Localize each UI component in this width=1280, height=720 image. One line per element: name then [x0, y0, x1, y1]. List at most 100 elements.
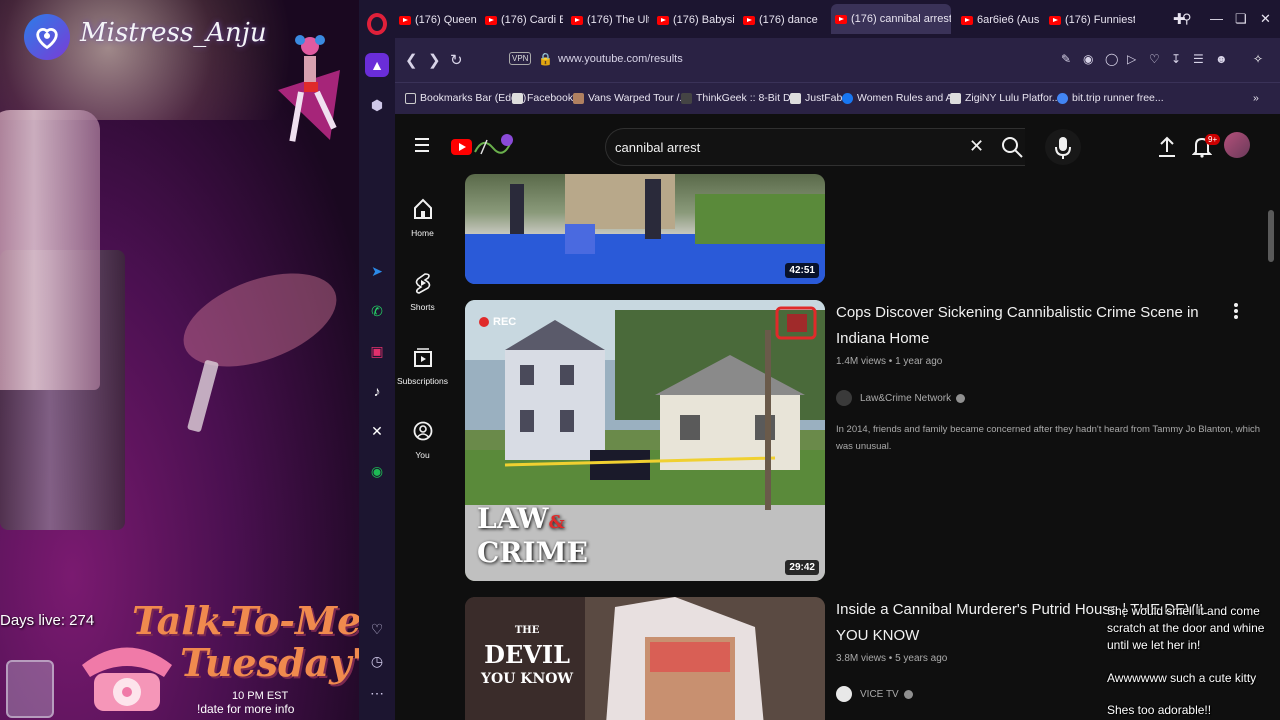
jar-image [6, 660, 54, 718]
url-field[interactable]: www.youtube.com/results [558, 53, 683, 65]
tab[interactable]: (176) Queen Key [395, 8, 477, 32]
tab-search-icon[interactable]: ⚲ [1182, 11, 1192, 27]
youtube-favicon-icon [1049, 15, 1061, 25]
forward-icon[interactable]: ❯ [428, 51, 441, 69]
camera-icon[interactable]: ◉ [1083, 52, 1093, 66]
favorites-heart-icon[interactable]: ♡ [365, 617, 389, 641]
clear-search-icon[interactable]: ✕ [969, 136, 984, 157]
youtube-favicon-icon [571, 15, 583, 25]
show-title-line-1: Talk-To-Me [132, 598, 360, 643]
youtube-favicon-icon [835, 14, 847, 24]
bookmarks-overflow-icon[interactable]: » [1253, 92, 1259, 104]
channel-avatar [836, 390, 852, 406]
avatar-figure-image [278, 35, 340, 142]
channel-link[interactable]: VICE TV [836, 686, 913, 702]
show-title-line-2: Tuesday's [180, 640, 360, 685]
rec-dot-icon [479, 317, 489, 327]
chat-message: Shes too adorable!! [1107, 703, 1212, 717]
verified-check-icon [956, 393, 966, 403]
video-thumbnail[interactable]: THE DEVIL YOU KNOW [465, 597, 825, 720]
vpn-badge[interactable]: VPN [509, 52, 532, 65]
tab[interactable]: 6ar6ie6 (Austral [957, 8, 1039, 32]
facebook-icon [842, 92, 853, 104]
voice-search-button[interactable] [1045, 129, 1081, 165]
heart-icon[interactable]: ♡ [1149, 52, 1160, 66]
nav-subscriptions[interactable]: Subscriptions [395, 346, 450, 389]
youtube-favicon-icon [657, 15, 669, 25]
whatsapp-icon[interactable]: ✆ [365, 299, 389, 323]
bookmark-item[interactable]: bit.trip runner free... [1057, 92, 1164, 104]
x-twitter-icon[interactable]: ✕ [365, 419, 389, 443]
tab[interactable]: (176) dance mo [739, 8, 821, 32]
menu-lines-icon[interactable]: ☰ [1193, 52, 1204, 66]
close-window-icon[interactable]: ✕ [1260, 11, 1271, 27]
upload-icon[interactable] [1157, 136, 1177, 158]
browser-sidebar: ▲ ⬢ ➤ ✆ ▣ ♪ ✕ ◉ ♡ ◷ ⋯ [359, 0, 395, 720]
page-icon [790, 92, 801, 104]
workspace-icon[interactable]: ⬢ [365, 93, 389, 117]
back-icon[interactable]: ❮ [405, 51, 418, 69]
bookmark-item[interactable]: Women Rules and A... [842, 92, 961, 104]
video-thumbnail[interactable]: 42:51 [465, 174, 825, 284]
spotify-icon[interactable]: ◉ [365, 459, 389, 483]
stream-overlay: Mistress_Anju Days live: 274 Talk-To-Me … [0, 0, 360, 720]
tab[interactable]: (176) The Ultima [567, 8, 649, 32]
profile-icon[interactable]: ☻ [1215, 52, 1228, 66]
tab-active[interactable]: (176) cannibal arrest - You [831, 4, 951, 34]
youtube-favicon-icon [743, 15, 755, 25]
devil-you-know-logo: THE DEVIL YOU KNOW [481, 625, 574, 687]
law-crime-logo: LAW& CRIME [477, 502, 588, 569]
vans-icon [573, 92, 584, 104]
maximize-icon[interactable]: ❏ [1235, 11, 1247, 27]
translate-ai-icon[interactable]: ✧ [1253, 52, 1263, 66]
tab[interactable]: (176) Cardi B - M [481, 8, 563, 32]
nav-home[interactable]: Home [395, 198, 450, 241]
thinkgeek-icon [681, 92, 692, 104]
lock-icon[interactable]: 🔒 [538, 52, 553, 66]
youtube-logo-icon[interactable] [451, 139, 472, 155]
nav-shorts[interactable]: Shorts [395, 272, 450, 315]
user-avatar[interactable] [1224, 132, 1250, 158]
search-icon[interactable] [999, 134, 1025, 160]
aria-ai-icon[interactable]: ▲ [365, 53, 389, 77]
opera-logo-icon[interactable] [367, 13, 387, 35]
bookmark-item[interactable]: Vans Warped Tour /... [573, 92, 688, 104]
hamburger-menu-icon[interactable] [415, 138, 429, 156]
youtube-left-nav: Home Shorts Subscriptions You [395, 176, 450, 720]
tab[interactable]: (176) Babysitter [653, 8, 735, 32]
subscriptions-icon [413, 348, 432, 367]
reload-icon[interactable]: ↻ [450, 51, 463, 69]
heart-logo-icon [24, 14, 70, 60]
shield-icon[interactable]: ◯ [1105, 52, 1118, 66]
more-options-icon[interactable]: ⋯ [365, 681, 389, 705]
youtube-favicon-icon [485, 15, 497, 25]
edit-icon[interactable]: ✎ [1061, 52, 1071, 66]
bookmark-item[interactable]: JustFab [790, 92, 842, 104]
more-actions-icon[interactable] [1234, 303, 1238, 321]
bookmark-item[interactable]: ThinkGeek :: 8-Bit D... [681, 92, 799, 104]
microphone-icon [1055, 137, 1071, 159]
page-scrollbar[interactable] [1268, 210, 1274, 262]
tab[interactable]: (176) Funniest D [1045, 8, 1135, 32]
tiktok-icon[interactable]: ♪ [365, 379, 389, 403]
history-clock-icon[interactable]: ◷ [365, 649, 389, 673]
search-query[interactable]: cannibal arrest [615, 140, 700, 155]
youtube-favicon-icon [399, 15, 411, 25]
messenger-icon[interactable]: ➤ [365, 259, 389, 283]
play-icon[interactable]: ▷ [1127, 52, 1136, 66]
youtube-favicon-icon [961, 15, 973, 25]
channel-link[interactable]: Law&Crime Network [836, 390, 966, 406]
download-icon[interactable]: ↧ [1171, 52, 1181, 66]
video-title[interactable]: Cops Discover Sickening Cannibalistic Cr… [836, 300, 1216, 352]
notification-count-badge: 9+ [1205, 134, 1221, 145]
nav-you[interactable]: You [395, 420, 450, 463]
bookmark-item[interactable]: Facebook [512, 92, 573, 104]
minimize-icon[interactable]: — [1210, 11, 1223, 26]
chat-message: Awwwwww such a cute kitty [1107, 671, 1257, 685]
video-thumbnail[interactable]: REC LAW& CRIME 29:42 [465, 300, 825, 581]
instagram-icon[interactable]: ▣ [365, 339, 389, 363]
rec-badge: REC [479, 316, 516, 328]
bookmark-item[interactable]: ZigiNY Lulu Platfor... [950, 92, 1061, 104]
bookmark-item[interactable]: Bookmarks Bar (Edge) [405, 92, 526, 104]
youtube-doodle-icon[interactable] [473, 132, 517, 158]
